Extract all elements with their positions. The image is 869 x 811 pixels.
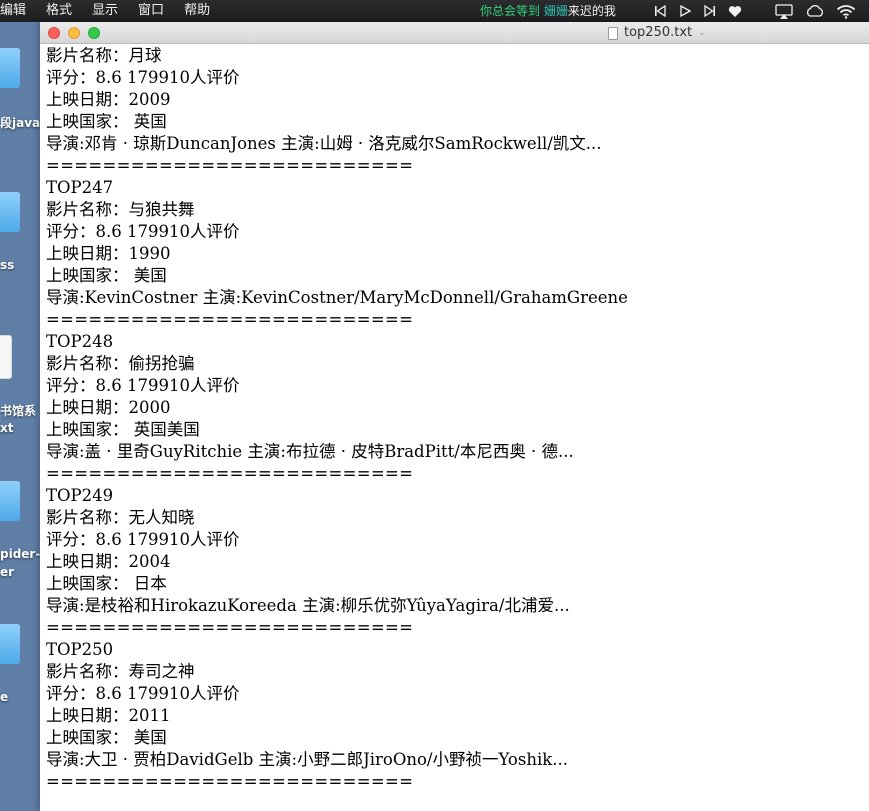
text-line: 评分：8.6 179910人评价 bbox=[46, 530, 240, 549]
text-line: 上映国家： 英国 bbox=[46, 112, 167, 131]
previous-track-icon[interactable] bbox=[654, 3, 666, 19]
text-line: 评分：8.6 179910人评价 bbox=[46, 684, 240, 703]
desktop-folder-icon[interactable] bbox=[0, 481, 20, 521]
text-line: 导演:邓肯 · 琼斯DuncanJones 主演:山姆 · 洛克威尔SamRoc… bbox=[46, 134, 602, 153]
text-line: TOP248 bbox=[46, 332, 114, 351]
close-button[interactable] bbox=[48, 27, 60, 39]
desktop-label[interactable]: xt bbox=[0, 421, 13, 435]
separator-line: ========================== bbox=[46, 772, 414, 791]
separator-line: ========================== bbox=[46, 618, 414, 637]
text-line: 影片名称：无人知晓 bbox=[46, 508, 195, 527]
text-line: TOP250 bbox=[46, 640, 114, 659]
next-track-icon[interactable] bbox=[704, 3, 716, 19]
text-line: 影片名称：寿司之神 bbox=[46, 662, 195, 681]
window-titlebar[interactable]: top250.txt ⌄ bbox=[40, 22, 869, 44]
text-line: TOP247 bbox=[46, 178, 114, 197]
desktop-folder-icon[interactable] bbox=[0, 624, 20, 664]
text-line: 评分：8.6 179910人评价 bbox=[46, 222, 240, 241]
text-line: 上映国家： 美国 bbox=[46, 266, 167, 285]
separator-line: ========================== bbox=[46, 310, 414, 329]
text-line: 上映日期：2009 bbox=[46, 90, 171, 109]
text-line: 上映国家： 美国 bbox=[46, 728, 167, 747]
text-line: TOP249 bbox=[46, 486, 114, 505]
desktop-label[interactable]: er bbox=[0, 565, 14, 579]
minimize-button[interactable] bbox=[68, 27, 80, 39]
text-line: 影片名称：偷拐抢骗 bbox=[46, 354, 195, 373]
menu-view[interactable]: 显示 bbox=[82, 0, 128, 22]
menu-format[interactable]: 格式 bbox=[36, 0, 82, 22]
desktop-document-icon[interactable] bbox=[0, 335, 12, 379]
text-line: 上映日期：2011 bbox=[46, 706, 171, 725]
menu-edit[interactable]: 编辑 bbox=[0, 0, 36, 22]
play-icon[interactable] bbox=[679, 3, 691, 19]
now-playing-part1: 你总会等到 bbox=[480, 4, 544, 18]
menu-help[interactable]: 帮助 bbox=[174, 0, 220, 22]
document-icon bbox=[608, 26, 618, 40]
desktop-folder-icon[interactable] bbox=[0, 48, 20, 88]
zoom-button[interactable] bbox=[88, 27, 100, 39]
now-playing-title[interactable]: 你总会等到 姗姗来迟的我 bbox=[480, 0, 616, 22]
text-line: 上映日期：2000 bbox=[46, 398, 171, 417]
text-line: 评分：8.6 179910人评价 bbox=[46, 376, 240, 395]
chevron-down-icon[interactable]: ⌄ bbox=[698, 22, 706, 44]
desktop-label[interactable]: 段java bbox=[0, 114, 40, 131]
text-line: 上映日期：1990 bbox=[46, 244, 171, 263]
desktop-folder-icon[interactable] bbox=[0, 192, 20, 232]
document-title-text: top250.txt bbox=[624, 25, 693, 40]
wifi-icon[interactable] bbox=[836, 3, 856, 19]
text-line: 上映国家： 英国美国 bbox=[46, 420, 200, 439]
textedit-window: top250.txt ⌄ 影片名称：月球 评分：8.6 179910人评价 上映… bbox=[40, 22, 869, 811]
desktop-label[interactable]: 书馆系 bbox=[0, 402, 36, 419]
creative-cloud-icon[interactable] bbox=[805, 3, 825, 19]
separator-line: ========================== bbox=[46, 156, 414, 175]
text-line: 影片名称：与狼共舞 bbox=[46, 200, 195, 219]
document-body[interactable]: 影片名称：月球 评分：8.6 179910人评价 上映日期：2009 上映国家：… bbox=[46, 45, 862, 793]
now-playing-part3: 来迟的我 bbox=[567, 4, 616, 18]
airplay-display-icon[interactable] bbox=[775, 3, 793, 19]
menu-bar: 编辑 格式 显示 窗口 帮助 你总会等到 姗姗来迟的我 bbox=[0, 0, 869, 22]
text-line: 评分：8.6 179910人评价 bbox=[46, 68, 240, 87]
text-line: 导演:是枝裕和HirokazuKoreeda 主演:柳乐优弥YûyaYagira… bbox=[46, 596, 570, 615]
heart-icon[interactable] bbox=[728, 3, 742, 19]
text-line: 导演:大卫 · 贾柏DavidGelb 主演:小野二郎JiroOno/小野祯一Y… bbox=[46, 750, 568, 769]
document-title[interactable]: top250.txt ⌄ bbox=[608, 22, 706, 44]
text-line: 导演:KevinCostner 主演:KevinCostner/MaryMcDo… bbox=[46, 288, 628, 307]
desktop-label[interactable]: ss bbox=[0, 258, 14, 272]
desktop-label[interactable]: e bbox=[0, 690, 8, 704]
menu-window[interactable]: 窗口 bbox=[128, 0, 174, 22]
desktop-label[interactable]: pider- bbox=[0, 547, 40, 561]
text-line: 上映国家： 日本 bbox=[46, 574, 167, 593]
now-playing-part2: 姗姗 bbox=[543, 4, 568, 18]
text-line: 上映日期：2004 bbox=[46, 552, 171, 571]
text-line: 影片名称：月球 bbox=[46, 46, 162, 65]
text-line: 导演:盖 · 里奇GuyRitchie 主演:布拉德 · 皮特BradPitt/… bbox=[46, 442, 574, 461]
separator-line: ========================== bbox=[46, 464, 414, 483]
